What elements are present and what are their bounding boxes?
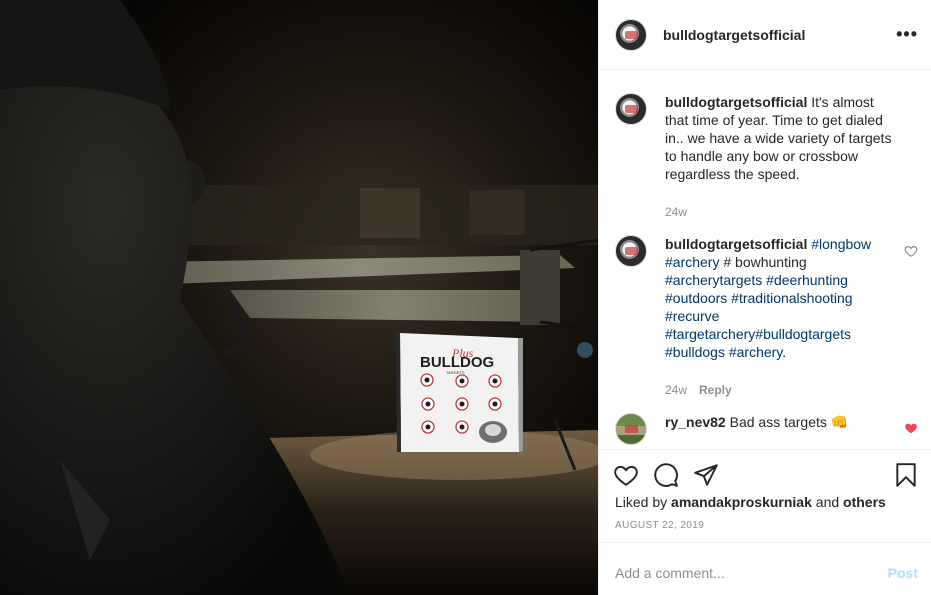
comment-body: ry_nev82 Bad ass targets 👊 bbox=[665, 413, 897, 445]
hashtag-link[interactable]: #bulldogs bbox=[665, 344, 725, 360]
avatar[interactable] bbox=[615, 413, 647, 445]
post-header: bulldogtargetsofficial ••• bbox=[599, 0, 931, 70]
target-brand: BULLDOG bbox=[420, 354, 494, 371]
action-bar bbox=[599, 449, 931, 489]
heart-icon[interactable] bbox=[613, 462, 639, 488]
crossbow-target-photo: Plus BULLDOG TARGETS bbox=[0, 0, 598, 595]
hashtag-link[interactable]: #longbow bbox=[811, 236, 871, 252]
comment-text-fragment: . bbox=[782, 344, 787, 360]
comment-username[interactable]: bulldogtargetsofficial bbox=[665, 94, 807, 110]
caption-comment: bulldogtargetsofficial It's almost that … bbox=[615, 93, 915, 221]
comment-time[interactable]: 24w bbox=[665, 203, 687, 221]
post-photo[interactable]: Plus BULLDOG TARGETS bbox=[0, 0, 598, 595]
comment-username[interactable]: ry_nev82 bbox=[665, 414, 726, 430]
avatar[interactable] bbox=[615, 235, 647, 267]
reply-button[interactable]: Reply bbox=[699, 381, 732, 399]
likes-mid: and bbox=[811, 494, 844, 510]
post-button[interactable]: Post bbox=[888, 565, 918, 581]
hashtag-link[interactable]: #archerytargets bbox=[665, 272, 762, 288]
hashtag-link[interactable]: #traditionalshooting bbox=[731, 290, 852, 306]
author-username[interactable]: bulldogtargetsofficial bbox=[663, 27, 805, 43]
comment-text: #longbow #archery # bowhunting #archeryt… bbox=[665, 236, 871, 360]
hashtag-link[interactable]: #bulldogtargets bbox=[755, 326, 851, 342]
share-icon[interactable] bbox=[693, 462, 719, 488]
avatar[interactable] bbox=[615, 93, 647, 125]
comment-body: bulldogtargetsofficial #longbow #archery… bbox=[665, 235, 897, 399]
comment-text: Bad ass targets 👊 bbox=[729, 414, 849, 430]
comment-ry-nev82: ry_nev82 Bad ass targets 👊 bbox=[615, 413, 915, 445]
post-date[interactable]: AUGUST 22, 2019 bbox=[615, 520, 704, 531]
comment-hashtags: bulldogtargetsofficial #longbow #archery… bbox=[615, 235, 915, 399]
hashtag-link[interactable]: #recurve bbox=[665, 308, 719, 324]
likes-line: Liked by amandakproskurniak and others bbox=[615, 494, 886, 510]
liked-by-user[interactable]: amandakproskurniak bbox=[671, 494, 812, 510]
add-comment-bar: Add a comment... Post bbox=[599, 542, 931, 595]
hashtag-link[interactable]: #deerhunting bbox=[766, 272, 848, 288]
comment-icon[interactable] bbox=[653, 462, 679, 488]
hashtag-link[interactable]: #archery bbox=[665, 254, 719, 270]
likes-prefix: Liked by bbox=[615, 494, 672, 510]
comment-body: bulldogtargetsofficial It's almost that … bbox=[665, 93, 897, 221]
target-sub: TARGETS bbox=[446, 370, 465, 375]
likes-others-link[interactable]: others bbox=[843, 494, 886, 510]
more-icon[interactable]: ••• bbox=[896, 24, 918, 45]
comments-list[interactable]: bulldogtargetsofficial It's almost that … bbox=[599, 71, 931, 449]
comment-text-fragment: # bowhunting bbox=[719, 254, 807, 270]
author-avatar[interactable] bbox=[615, 18, 647, 51]
hashtag-link[interactable]: #targetarchery bbox=[665, 326, 755, 342]
hashtag-link[interactable]: #archery bbox=[729, 344, 782, 360]
bookmark-icon[interactable] bbox=[893, 462, 919, 488]
small-heart-icon[interactable] bbox=[904, 244, 918, 258]
comment-input[interactable]: Add a comment... bbox=[615, 565, 725, 581]
comment-username[interactable]: bulldogtargetsofficial bbox=[665, 236, 807, 252]
comment-time[interactable]: 24w bbox=[665, 381, 687, 399]
hashtag-link[interactable]: #outdoors bbox=[665, 290, 727, 306]
small-heart-icon[interactable] bbox=[904, 421, 918, 435]
post-modal: Plus BULLDOG TARGETS bulldogtargetsoffic… bbox=[0, 0, 931, 595]
post-sidebar: bulldogtargetsofficial ••• bulldogtarget… bbox=[598, 0, 931, 595]
